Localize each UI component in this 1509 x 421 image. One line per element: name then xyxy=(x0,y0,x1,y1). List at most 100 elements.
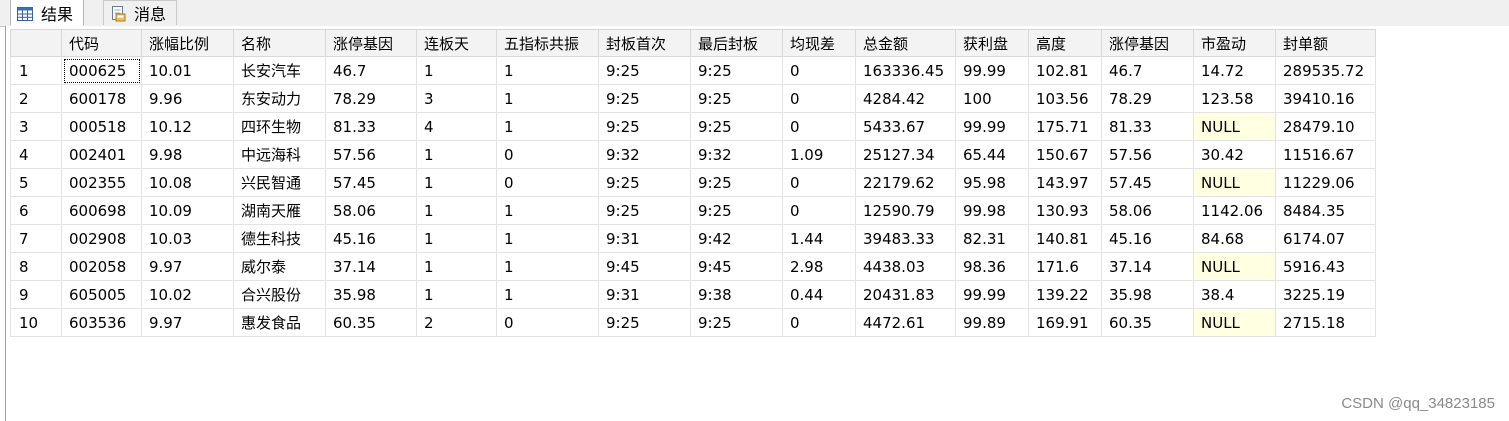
table-cell[interactable]: 57.45 xyxy=(1101,168,1194,197)
table-cell[interactable]: 9:42 xyxy=(690,224,783,253)
table-cell[interactable]: 9.98 xyxy=(141,140,234,169)
column-header[interactable]: 连板天 xyxy=(416,29,497,57)
row-number[interactable]: 4 xyxy=(10,140,62,169)
table-cell[interactable]: 600178 xyxy=(61,84,142,113)
table-cell[interactable]: 10.01 xyxy=(141,56,234,85)
table-cell[interactable]: 35.98 xyxy=(325,280,417,309)
table-cell[interactable]: 82.31 xyxy=(955,224,1029,253)
table-cell[interactable]: 175.71 xyxy=(1028,112,1102,141)
table-cell[interactable]: 9:32 xyxy=(598,140,691,169)
table-cell[interactable]: 99.89 xyxy=(955,308,1029,337)
table-cell[interactable]: 9:31 xyxy=(598,224,691,253)
table-cell[interactable]: 0 xyxy=(782,112,856,141)
table-cell[interactable]: 9:25 xyxy=(598,308,691,337)
table-cell[interactable]: 000518 xyxy=(61,112,142,141)
tab-messages[interactable]: 消息 xyxy=(103,0,178,25)
table-cell[interactable]: 5433.67 xyxy=(855,112,956,141)
table-cell[interactable]: 0.44 xyxy=(782,280,856,309)
table-cell[interactable]: 46.7 xyxy=(325,56,417,85)
table-cell[interactable]: 605005 xyxy=(61,280,142,309)
table-cell[interactable]: 9:31 xyxy=(598,280,691,309)
table-cell[interactable]: 1 xyxy=(496,280,599,309)
table-cell[interactable]: 9.96 xyxy=(141,84,234,113)
table-cell[interactable]: 99.99 xyxy=(955,112,1029,141)
table-cell[interactable]: 1 xyxy=(496,56,599,85)
table-cell[interactable]: 45.16 xyxy=(325,224,417,253)
column-header[interactable]: 涨幅比例 xyxy=(141,29,234,57)
table-cell[interactable]: 4438.03 xyxy=(855,252,956,281)
table-cell[interactable]: 1 xyxy=(496,196,599,225)
table-cell[interactable]: 9.97 xyxy=(141,308,234,337)
table-cell[interactable]: 0 xyxy=(782,84,856,113)
table-cell[interactable]: 中远海科 xyxy=(233,140,326,169)
table-cell[interactable]: 1 xyxy=(416,196,497,225)
table-cell[interactable]: 10.12 xyxy=(141,112,234,141)
table-cell[interactable]: 4 xyxy=(416,112,497,141)
table-cell[interactable]: 289535.72 xyxy=(1275,56,1376,85)
table-cell[interactable]: NULL xyxy=(1193,168,1276,197)
table-cell[interactable]: 9:25 xyxy=(690,112,783,141)
table-cell[interactable]: 12590.79 xyxy=(855,196,956,225)
table-cell[interactable]: 103.56 xyxy=(1028,84,1102,113)
table-cell[interactable]: 兴民智通 xyxy=(233,168,326,197)
table-cell[interactable]: 9:25 xyxy=(690,308,783,337)
table-cell[interactable]: 德生科技 xyxy=(233,224,326,253)
table-cell[interactable]: 99.99 xyxy=(955,56,1029,85)
table-cell[interactable]: 22179.62 xyxy=(855,168,956,197)
table-cell[interactable]: 46.7 xyxy=(1101,56,1194,85)
table-cell[interactable]: NULL xyxy=(1193,112,1276,141)
table-cell[interactable]: 湖南天雁 xyxy=(233,196,326,225)
tab-results[interactable]: 结果 xyxy=(10,0,85,26)
table-cell[interactable]: 5916.43 xyxy=(1275,252,1376,281)
table-cell[interactable]: 1 xyxy=(416,140,497,169)
table-row[interactable]: 4 002401 9.98 中远海科 57.56 1 0 9:32 9:32 1.09 25127.… xyxy=(10,140,1376,169)
table-cell[interactable]: 9:25 xyxy=(690,168,783,197)
row-number[interactable]: 7 xyxy=(10,224,62,253)
column-header[interactable]: 代码 xyxy=(61,29,142,57)
table-cell[interactable]: 10.09 xyxy=(141,196,234,225)
table-cell[interactable]: 8484.35 xyxy=(1275,196,1376,225)
table-cell[interactable]: 0 xyxy=(782,308,856,337)
table-cell[interactable]: 9:45 xyxy=(690,252,783,281)
table-cell[interactable]: 100 xyxy=(955,84,1029,113)
table-cell[interactable]: 0 xyxy=(782,168,856,197)
table-row[interactable]: 7 002908 10.03 德生科技 45.16 1 1 9:31 9:42 1.44 39483… xyxy=(10,224,1376,253)
column-header[interactable]: 最后封板 xyxy=(690,29,783,57)
table-cell[interactable]: 9.97 xyxy=(141,252,234,281)
table-cell[interactable]: 65.44 xyxy=(955,140,1029,169)
table-cell[interactable]: 57.56 xyxy=(1101,140,1194,169)
row-number[interactable]: 6 xyxy=(10,196,62,225)
table-cell[interactable]: 1.09 xyxy=(782,140,856,169)
column-header[interactable]: 涨停基因 xyxy=(325,29,417,57)
table-cell[interactable]: 98.36 xyxy=(955,252,1029,281)
table-cell[interactable]: 002908 xyxy=(61,224,142,253)
table-cell[interactable]: 9:25 xyxy=(598,112,691,141)
row-number[interactable]: 5 xyxy=(10,168,62,197)
table-cell[interactable]: 102.81 xyxy=(1028,56,1102,85)
table-cell[interactable]: 14.72 xyxy=(1193,56,1276,85)
table-cell[interactable]: 60.35 xyxy=(1101,308,1194,337)
table-row[interactable]: 5 002355 10.08 兴民智通 57.45 1 0 9:25 9:25 0 22179.62… xyxy=(10,168,1376,197)
table-cell[interactable]: 002058 xyxy=(61,252,142,281)
column-header[interactable]: 市盈动 xyxy=(1193,29,1276,57)
table-row[interactable]: 10 603536 9.97 惠发食品 60.35 2 0 9:25 9:25 0 4472.61 9… xyxy=(10,308,1376,337)
table-cell[interactable]: 28479.10 xyxy=(1275,112,1376,141)
column-header[interactable]: 五指标共振 xyxy=(496,29,599,57)
table-cell[interactable]: 37.14 xyxy=(325,252,417,281)
table-cell[interactable]: 10.03 xyxy=(141,224,234,253)
table-cell[interactable]: 84.68 xyxy=(1193,224,1276,253)
table-cell[interactable]: 603536 xyxy=(61,308,142,337)
table-cell[interactable]: 10.08 xyxy=(141,168,234,197)
row-number[interactable]: 3 xyxy=(10,112,62,141)
table-cell[interactable]: 81.33 xyxy=(1101,112,1194,141)
table-cell[interactable]: 1 xyxy=(496,224,599,253)
table-cell[interactable]: 11516.67 xyxy=(1275,140,1376,169)
column-header[interactable]: 获利盘 xyxy=(955,29,1029,57)
table-row[interactable]: 3 000518 10.12 四环生物 81.33 4 1 9:25 9:25 0 5433.67 9… xyxy=(10,112,1376,141)
table-cell[interactable]: 600698 xyxy=(61,196,142,225)
table-cell[interactable]: 1 xyxy=(496,252,599,281)
row-number[interactable]: 10 xyxy=(10,308,62,337)
table-cell[interactable]: 000625 xyxy=(61,56,142,85)
table-cell[interactable]: 2.98 xyxy=(782,252,856,281)
table-cell[interactable]: 4472.61 xyxy=(855,308,956,337)
